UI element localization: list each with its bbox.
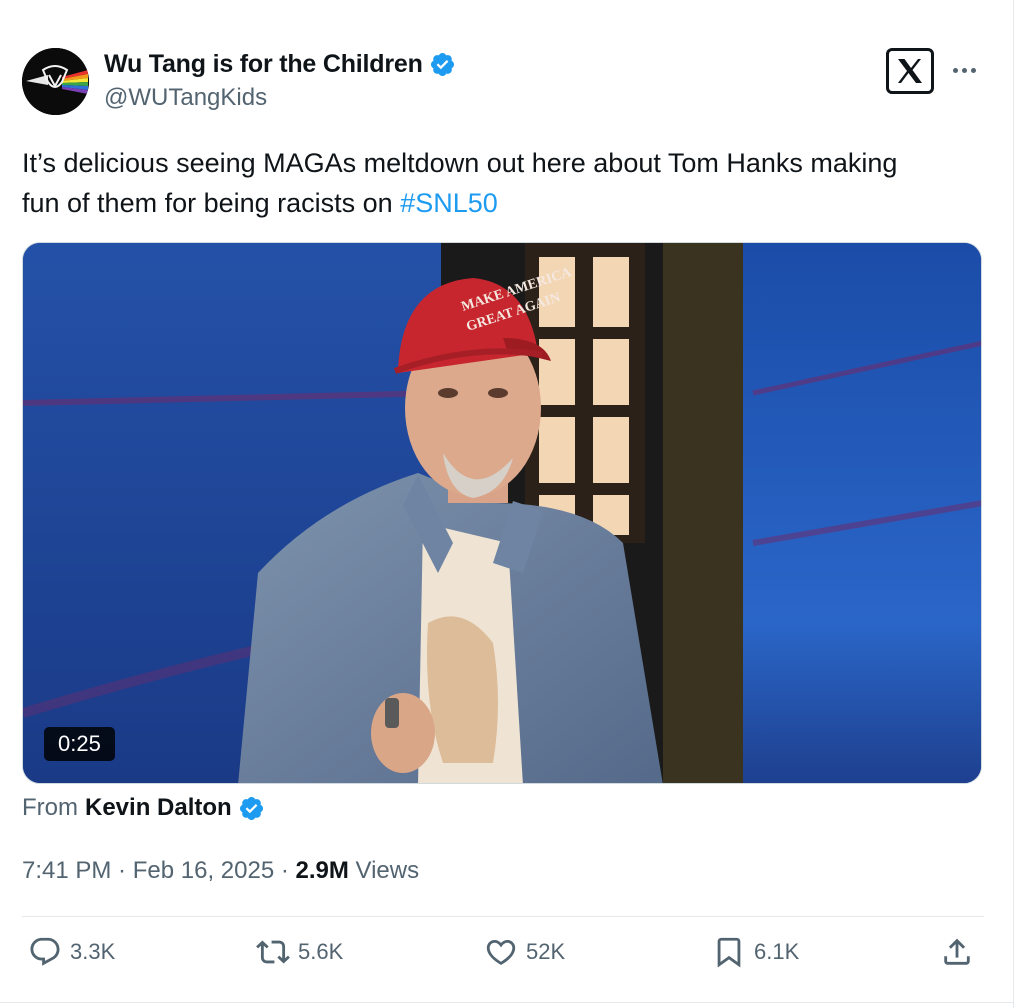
- tweet-text: It’s delicious seeing MAGAs meltdown out…: [22, 143, 942, 223]
- meta-separator: ·: [274, 857, 296, 884]
- x-logo-icon[interactable]: [886, 48, 934, 94]
- attribution-prefix: From: [22, 794, 78, 821]
- video-duration: 0:25: [44, 727, 115, 761]
- author-display-name[interactable]: Wu Tang is for the Children: [104, 50, 423, 79]
- bookmark-button[interactable]: 6.1K: [712, 935, 799, 969]
- author-name-row[interactable]: Wu Tang is for the Children: [104, 50, 456, 79]
- views-label: Views: [348, 857, 420, 884]
- repost-count: 5.6K: [298, 939, 344, 964]
- share-icon: [944, 938, 970, 965]
- meta-separator: ·: [111, 857, 133, 884]
- like-button[interactable]: 52K: [484, 935, 565, 969]
- share-button[interactable]: [940, 935, 982, 969]
- attribution: From Kevin Dalton: [22, 794, 265, 822]
- verified-badge-icon[interactable]: [429, 51, 456, 78]
- action-bar: 3.3K 5.6K 52K 6.1K: [22, 935, 984, 983]
- attribution-name[interactable]: Kevin Dalton: [85, 794, 232, 822]
- video-player[interactable]: MAKE AMERICA GREAT AGAIN: [22, 242, 982, 784]
- like-icon: [486, 939, 516, 965]
- tweet-date[interactable]: Feb 16, 2025: [133, 857, 274, 884]
- views-count: 2.9M: [295, 857, 349, 884]
- tweet-meta: 7:41 PM · Feb 16, 2025 · 2.9M Views: [22, 857, 419, 885]
- divider: [22, 916, 984, 917]
- bookmark-count: 6.1K: [754, 939, 800, 964]
- column-border: [1013, 0, 1014, 1008]
- video-thumbnail: MAKE AMERICA GREAT AGAIN: [23, 243, 981, 783]
- repost-icon: [256, 940, 290, 964]
- more-icon[interactable]: [953, 60, 983, 80]
- avatar-image: [22, 48, 89, 115]
- avatar[interactable]: [22, 48, 89, 115]
- reply-count: 3.3K: [70, 939, 116, 964]
- reply-button[interactable]: 3.3K: [28, 935, 115, 969]
- verified-badge-icon[interactable]: [238, 795, 265, 822]
- reply-icon: [30, 937, 60, 966]
- hashtag-link[interactable]: #SNL50: [400, 188, 498, 218]
- tweet-time[interactable]: 7:41 PM: [22, 857, 111, 884]
- author-handle[interactable]: @WUTangKids: [104, 84, 267, 112]
- like-count: 52K: [526, 939, 566, 964]
- divider: [0, 1002, 1014, 1003]
- bookmark-icon: [717, 937, 741, 968]
- repost-button[interactable]: 5.6K: [256, 935, 343, 969]
